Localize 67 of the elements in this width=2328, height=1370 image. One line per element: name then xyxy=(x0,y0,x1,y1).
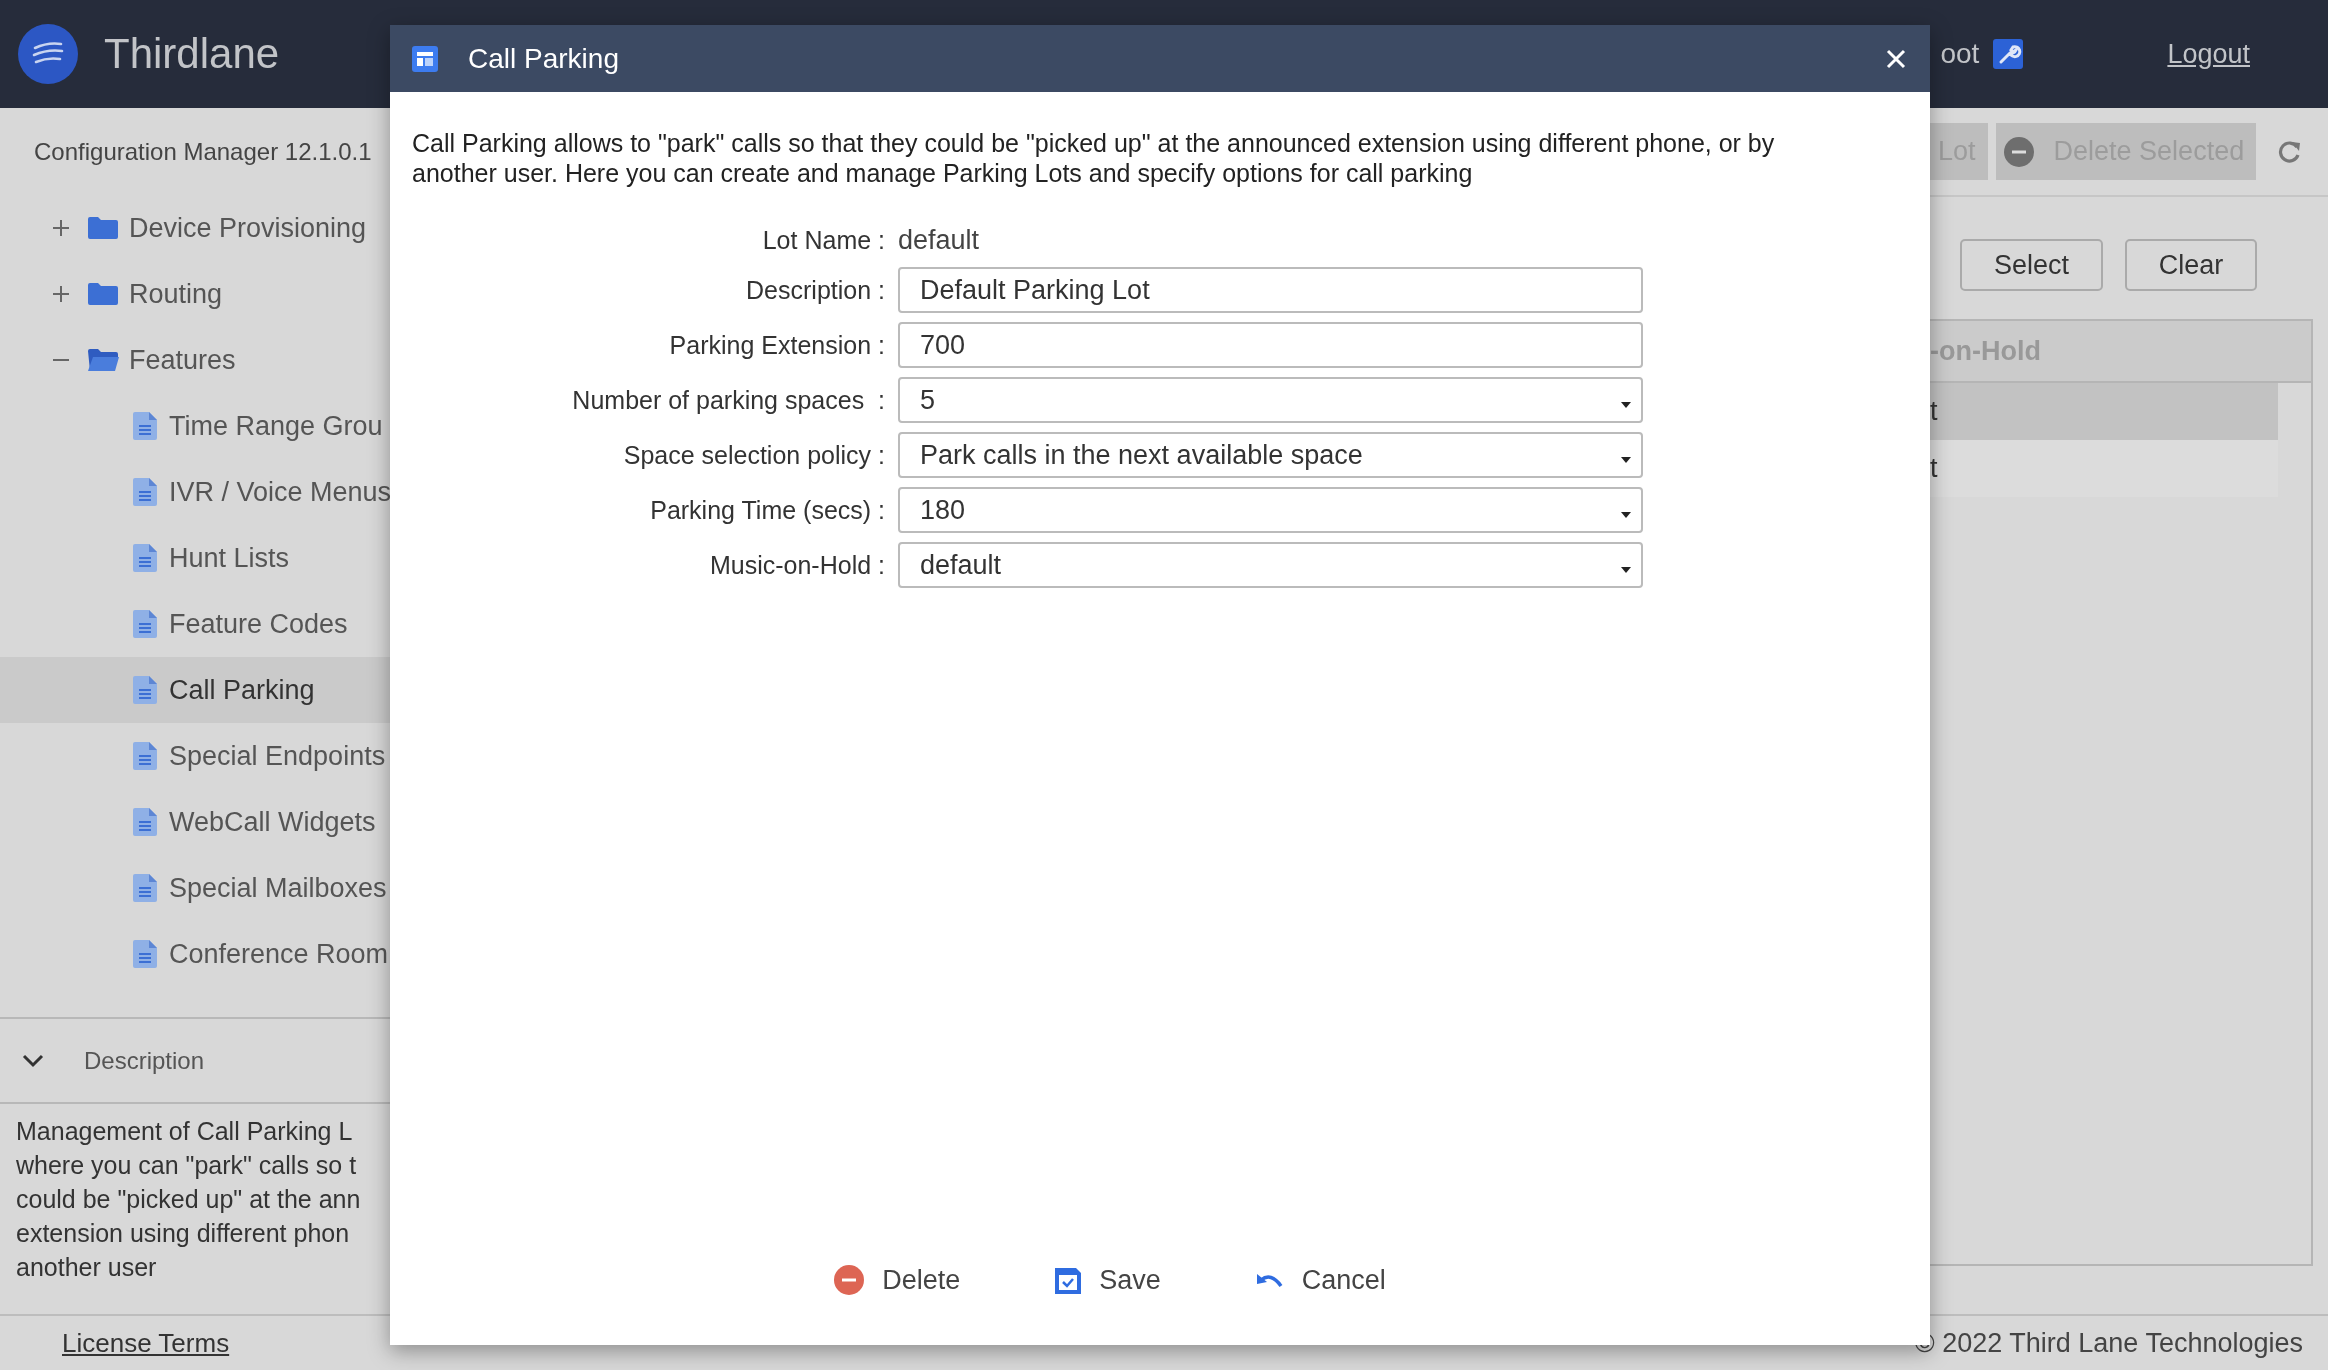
dialog-title: Call Parking xyxy=(468,42,619,75)
refresh-icon xyxy=(2276,138,2302,165)
dropdown[interactable]: Park calls in the next available space xyxy=(898,432,1643,478)
tree-item[interactable]: IVR / Voice Menus xyxy=(0,459,390,525)
field-label: Description : xyxy=(745,275,885,305)
tree-item[interactable]: Special Mailboxes xyxy=(0,855,390,921)
logo-icon xyxy=(18,24,78,84)
document-icon xyxy=(133,610,157,638)
document-icon xyxy=(133,940,157,968)
tree-item[interactable]: Features xyxy=(0,327,390,393)
description-text: Management of Call Parking L where you can "park" calls so t could be "picked up" at the ann extension using different phon another user xyxy=(15,1116,362,1283)
delete-button[interactable]: Delete xyxy=(834,1260,961,1300)
document-icon xyxy=(133,742,157,770)
minus-circle-icon xyxy=(2003,136,2034,167)
field-value: default xyxy=(898,224,981,257)
folder-icon xyxy=(87,281,119,307)
calendar-check-icon xyxy=(1055,1266,1082,1294)
wrench-icon xyxy=(1993,39,2024,69)
field-label: Music-on-Hold : xyxy=(708,550,885,580)
panel-header[interactable]: Description xyxy=(0,1017,390,1104)
document-icon xyxy=(133,808,157,836)
document-icon xyxy=(133,412,157,440)
logout-link[interactable]: Logout xyxy=(2167,38,2250,70)
folder-icon xyxy=(87,347,119,373)
app-name: Thirdlane xyxy=(104,30,280,78)
caret-icon xyxy=(1621,512,1631,518)
table-row[interactable]: t xyxy=(1930,383,2278,440)
tree-item[interactable]: Feature Codes xyxy=(0,591,390,657)
save-button[interactable]: Save xyxy=(1055,1260,1161,1300)
license-link[interactable]: License Terms xyxy=(62,1327,230,1359)
input-field[interactable]: Default Parking Lot xyxy=(898,267,1643,313)
tree-item[interactable]: Call Parking xyxy=(0,657,390,723)
minus-circle-icon xyxy=(834,1265,865,1295)
sidebar-title: Configuration Manager 12.1.0.1 xyxy=(34,137,372,166)
field-label: Parking Time (secs) : xyxy=(649,495,885,525)
caret-icon xyxy=(1621,402,1631,408)
field-label: Number of parking spaces : xyxy=(571,385,885,415)
document-icon xyxy=(133,544,157,572)
caret-icon xyxy=(1621,457,1631,463)
filter-button[interactable]: Select xyxy=(1960,239,2103,291)
tree-item[interactable]: Time Range Grou xyxy=(0,393,390,459)
document-icon xyxy=(133,874,157,902)
panel-title: Description xyxy=(84,1046,205,1075)
window-icon xyxy=(412,45,438,72)
table-row[interactable]: t xyxy=(1930,440,2278,497)
field-label: Space selection policy : xyxy=(622,440,885,470)
user-name: oot xyxy=(1940,38,1980,70)
close-icon[interactable] xyxy=(1886,48,1906,69)
field-label: Lot Name : xyxy=(761,225,885,255)
folder-icon xyxy=(87,215,119,241)
dropdown[interactable]: default xyxy=(898,542,1643,588)
field-label: Parking Extension : xyxy=(668,330,885,360)
dropdown[interactable]: 5 xyxy=(898,377,1643,423)
caret-icon xyxy=(1621,567,1631,573)
intro-text: Call Parking allows to "park" calls so that they could be "picked up" at the announced extension using different phone, or by another user. Here you can create and manage Parking Lots and specify options for call parking xyxy=(412,128,1776,188)
tree-item[interactable]: Device Provisioning xyxy=(0,195,390,261)
tree-item[interactable]: WebCall Widgets xyxy=(0,789,390,855)
dropdown[interactable]: 180 xyxy=(898,487,1643,533)
document-icon xyxy=(133,676,157,704)
filter-button[interactable]: Clear xyxy=(2125,239,2257,291)
tree-item[interactable]: Routing xyxy=(0,261,390,327)
input-field[interactable]: 700 xyxy=(898,322,1643,368)
cancel-button[interactable]: Cancel xyxy=(1255,1260,1386,1300)
tree-item[interactable]: Conference Room xyxy=(0,921,390,987)
tree-item[interactable]: Special Endpoints xyxy=(0,723,390,789)
document-icon xyxy=(133,478,157,506)
tree-item[interactable]: Hunt Lists xyxy=(0,525,390,591)
